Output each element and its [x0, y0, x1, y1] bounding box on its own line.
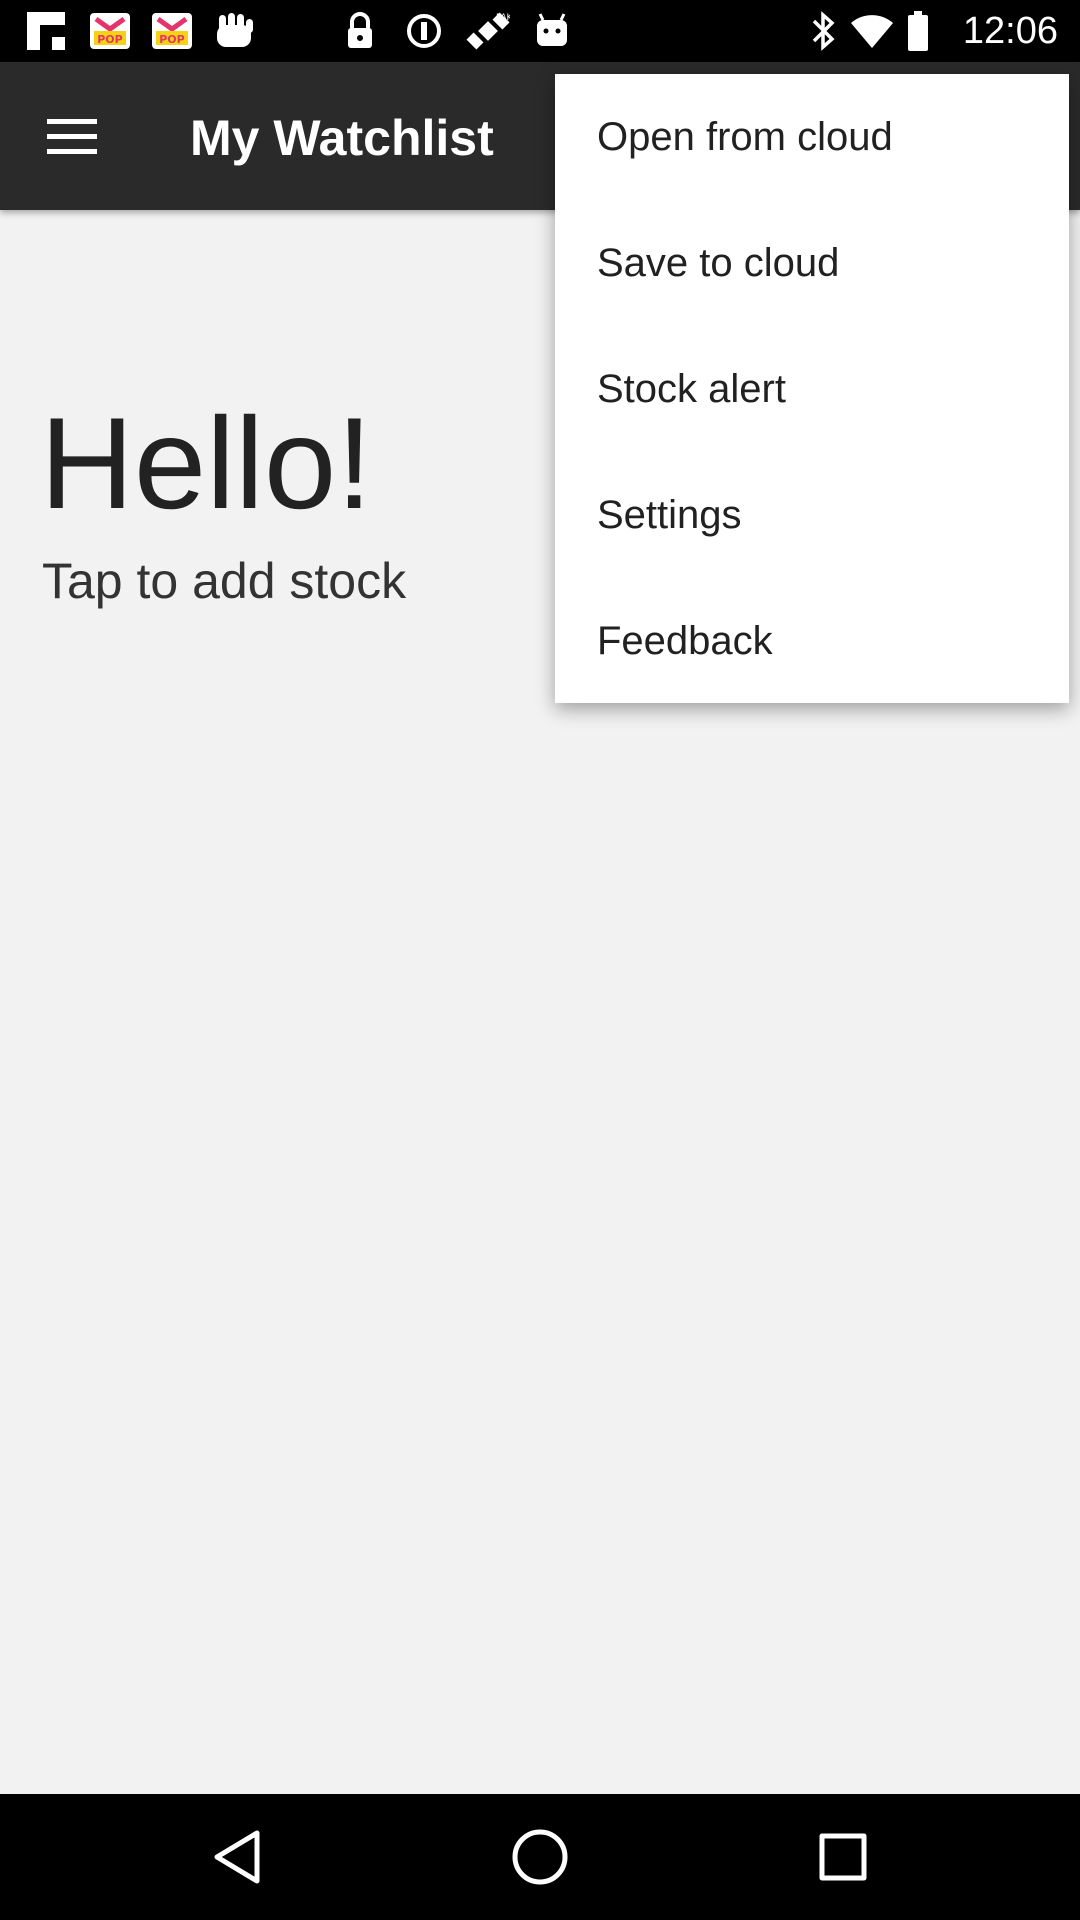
- page-title: My Watchlist: [190, 110, 494, 166]
- sync-icon: [404, 10, 444, 52]
- menu-item-open-from-cloud[interactable]: Open from cloud: [555, 74, 1069, 200]
- battery-icon: [904, 10, 932, 52]
- flipboard-icon: [26, 10, 66, 52]
- menu-item-label: Save to cloud: [597, 240, 840, 285]
- hamburger-icon-line: [47, 133, 97, 139]
- status-bar: POP POP FAK 12:06: [0, 0, 1080, 62]
- recents-button[interactable]: [808, 1822, 878, 1892]
- wifi-icon: [848, 10, 896, 52]
- menu-item-label: Feedback: [597, 618, 773, 663]
- menu-item-feedback[interactable]: Feedback: [555, 578, 1069, 704]
- menu-item-label: Stock alert: [597, 366, 786, 411]
- menu-item-stock-alert[interactable]: Stock alert: [555, 326, 1069, 452]
- home-icon: [512, 1829, 568, 1885]
- system-navigation-bar: [0, 1794, 1080, 1920]
- pop-app-icon: POP: [150, 10, 194, 52]
- back-button[interactable]: [202, 1822, 272, 1892]
- recents-icon: [819, 1833, 867, 1881]
- android-icon: [532, 10, 572, 52]
- hand-icon: [212, 10, 258, 52]
- menu-item-save-to-cloud[interactable]: Save to cloud: [555, 200, 1069, 326]
- menu-item-label: Settings: [597, 492, 742, 537]
- menu-item-settings[interactable]: Settings: [555, 452, 1069, 578]
- home-button[interactable]: [505, 1822, 575, 1892]
- lock-icon: [344, 10, 376, 52]
- clock: 12:06: [962, 10, 1058, 52]
- svg-text:POP: POP: [159, 33, 184, 46]
- hamburger-icon: [47, 118, 97, 124]
- navigation-menu-button[interactable]: [36, 102, 108, 170]
- svg-text:FAKE: FAKE: [496, 13, 510, 23]
- back-icon: [214, 1830, 260, 1884]
- overflow-menu: Open from cloud Save to cloud Stock aler…: [555, 74, 1069, 703]
- svg-text:POP: POP: [97, 33, 122, 46]
- add-stock-prompt[interactable]: Tap to add stock: [42, 552, 406, 610]
- satellite-icon: FAKE: [466, 10, 510, 52]
- hamburger-icon-line: [47, 148, 97, 154]
- menu-item-label: Open from cloud: [597, 114, 893, 159]
- greeting-heading: Hello!: [40, 390, 373, 536]
- pop-app-icon: POP: [88, 10, 132, 52]
- bluetooth-icon: [808, 10, 838, 52]
